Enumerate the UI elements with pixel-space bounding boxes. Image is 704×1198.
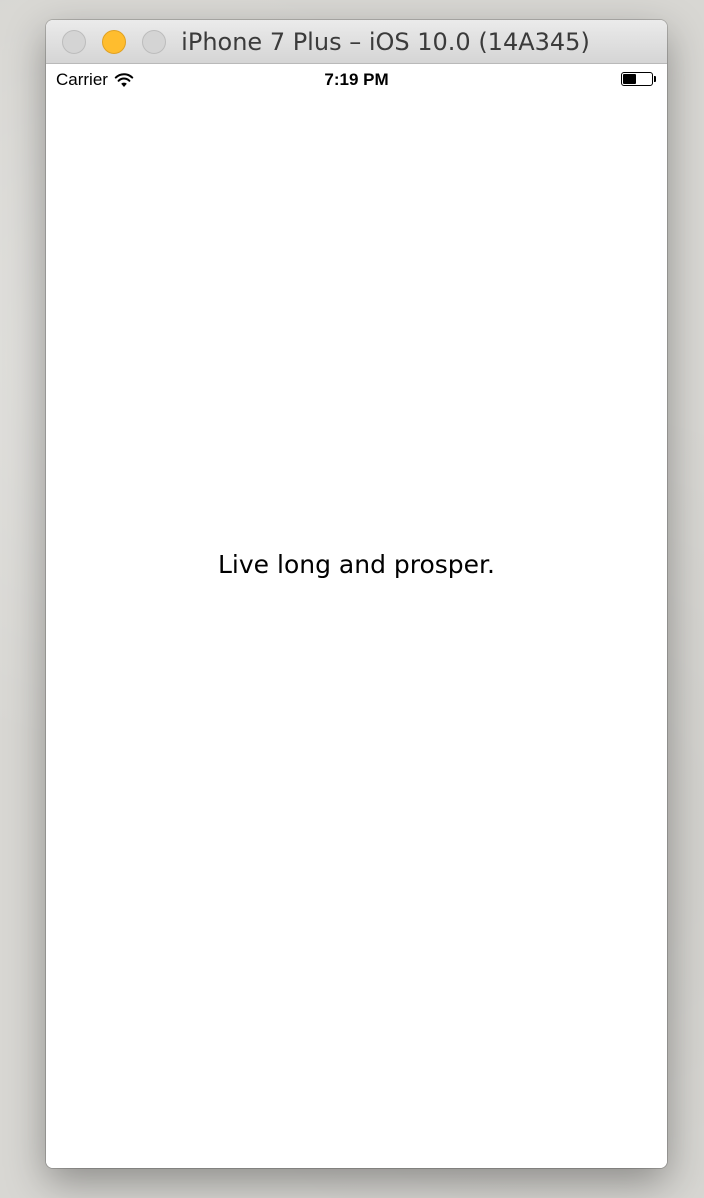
battery-tip <box>654 76 656 82</box>
battery-icon <box>621 72 657 86</box>
window-titlebar[interactable]: iPhone 7 Plus – iOS 10.0 (14A345) <box>46 20 667 64</box>
window-title: iPhone 7 Plus – iOS 10.0 (14A345) <box>181 28 590 56</box>
simulator-window: iPhone 7 Plus – iOS 10.0 (14A345) Carrie… <box>46 20 667 1168</box>
battery-fill <box>623 74 636 84</box>
main-text-label: Live long and prosper. <box>218 550 495 579</box>
status-bar: Carrier 7:19 PM <box>46 64 667 96</box>
status-time: 7:19 PM <box>324 70 389 89</box>
device-screen[interactable]: Carrier 7:19 PM Live long and prosper. <box>46 64 667 1168</box>
